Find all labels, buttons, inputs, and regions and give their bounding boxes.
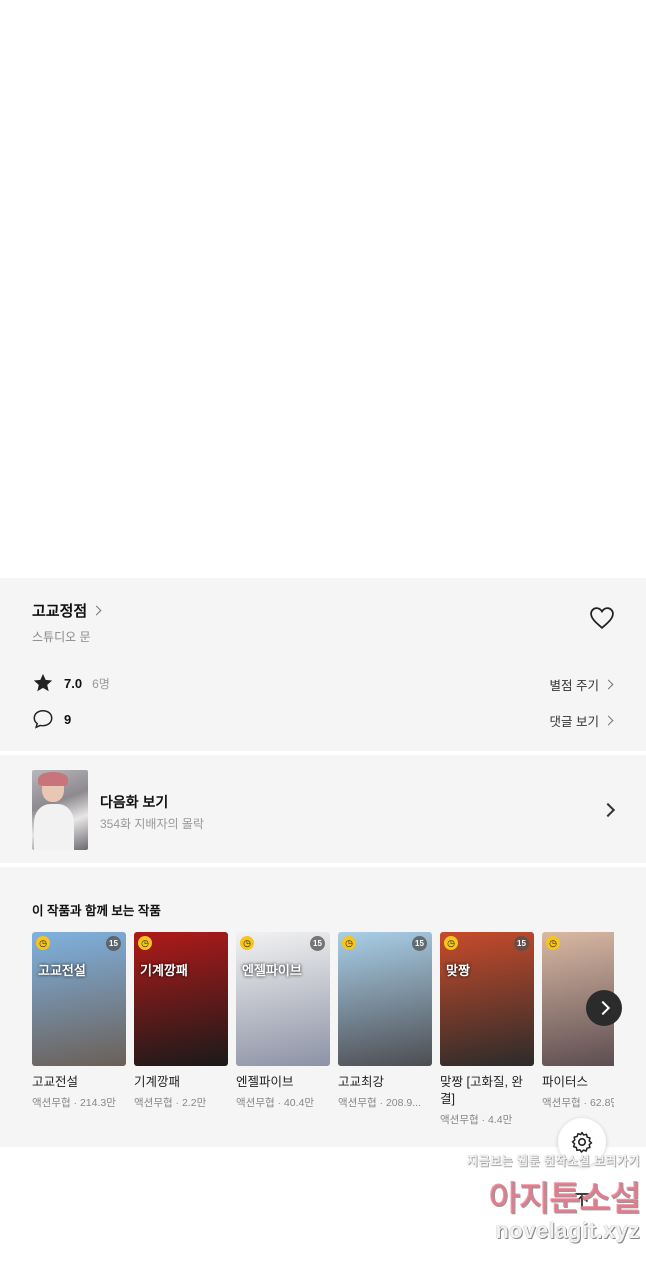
work-title-link[interactable]: 고교정점 [32, 600, 102, 621]
heart-icon[interactable] [588, 606, 616, 630]
rate-button[interactable]: 별점 주기 [549, 675, 614, 694]
viewer-blank-area [0, 0, 646, 578]
recommendations-heading: 이 작품과 함께 보는 작품 [32, 904, 161, 918]
recommendation-card[interactable]: ◷ 15 맞짱맞짱 [고화질, 완결] 액션무협 · 4.4만 [440, 932, 534, 1127]
cover-title-art: 기계깡패 [140, 963, 188, 978]
cover-title-art: 엔젤파이브 [242, 963, 302, 978]
recommendation-meta: 액션무협 · 214.3만 [32, 1097, 116, 1109]
recommendation-title: 맞짱 [고화질, 완결] [440, 1075, 523, 1106]
recommendation-title: 고교전설 [32, 1075, 79, 1089]
clock-icon: ◷ [342, 936, 356, 950]
rating-summary: 7.0 6명 [32, 672, 110, 694]
recommendation-meta: 액션무협 · 62.8만 [542, 1097, 614, 1109]
gear-icon [571, 1131, 593, 1153]
clock-icon: ◷ [138, 936, 152, 950]
age-rating-badge: 15 [310, 936, 325, 951]
rate-button-label: 별점 주기 [549, 679, 599, 693]
work-title: 고교정점 [32, 603, 88, 620]
clock-icon: ◷ [36, 936, 50, 950]
recommendation-meta: 액션무협 · 4.4만 [440, 1114, 513, 1126]
carousel-next-button[interactable] [586, 990, 622, 1026]
next-episode-label: 다음화 보기 [100, 794, 169, 810]
site-watermark: 지금보는 웹툰 원작소설 보러가기 아지툰소설 novelagit.xyz [440, 1152, 641, 1252]
recommendation-cover: ◷ 기계깡패 [134, 932, 228, 1066]
watermark-url: novelagit.xyz [495, 1218, 640, 1243]
recommendation-carousel[interactable]: ◷ 15 고교전설 고교전설 액션무협 · 214.3만 ◷ 기계깡패 기계깡패 액션무협 · … [32, 932, 614, 1147]
recommendation-title: 파이터스 [542, 1075, 589, 1089]
recommendation-title: 기계깡패 [134, 1075, 181, 1089]
author-name: 스튜디오 문 [32, 630, 91, 644]
next-episode-card[interactable]: 다음화 보기 354화 지배자의 몰락 [0, 755, 646, 863]
clock-icon: ◷ [240, 936, 254, 950]
comment-count: 9 [64, 711, 72, 727]
star-icon [33, 673, 53, 692]
recommendation-card[interactable]: ◷ 기계깡패 기계깡패 액션무협 · 2.2만 [134, 932, 228, 1110]
recommendation-cover: ◷ 15 [338, 932, 432, 1066]
chevron-right-icon [600, 802, 616, 818]
recommendation-meta: 액션무협 · 40.4만 [236, 1097, 315, 1109]
watermark-brand: 아지툰소설 [488, 1180, 641, 1218]
comment-summary: 9 [32, 708, 71, 730]
arrow-up-icon [575, 1193, 589, 1209]
watermark-tagline: 지금보는 웹툰 원작소설 보러가기 [466, 1154, 640, 1168]
rater-count: 6명 [92, 676, 110, 691]
clock-icon: ◷ [444, 936, 458, 950]
chevron-right-icon [603, 715, 614, 726]
recommendation-cover: ◷ 15 엔젤파이브 [236, 932, 330, 1066]
view-comments-label: 댓글 보기 [549, 715, 599, 729]
recommendation-meta: 액션무협 · 2.2만 [134, 1097, 207, 1109]
recommendation-title: 엔젤파이브 [236, 1075, 294, 1089]
recommendation-cover: ◷ 15 맞짱 [440, 932, 534, 1066]
recommendation-card[interactable]: ◷ 15 고교전설 고교전설 액션무협 · 214.3만 [32, 932, 126, 1110]
next-episode-thumbnail [32, 770, 88, 850]
chevron-right-icon [91, 605, 102, 616]
recommendation-meta: 액션무협 · 208.9... [338, 1097, 421, 1109]
recommendation-cover: ◷ 15 고교전설 [32, 932, 126, 1066]
scroll-top-button[interactable] [566, 1186, 598, 1218]
cover-title-art: 고교전설 [38, 963, 86, 978]
cover-title-art: 맞짱 [446, 963, 470, 978]
settings-button[interactable] [558, 1118, 606, 1166]
age-rating-badge: 15 [514, 936, 529, 951]
chevron-right-icon [603, 679, 614, 690]
rating-value: 7.0 [64, 675, 83, 691]
work-info-panel: 고교정점 스튜디오 문 7.0 6명 별점 주기 9 댓글 보기 [0, 578, 646, 751]
clock-icon: ◷ [546, 936, 560, 950]
next-episode-subtitle: 354화 지배자의 몰락 [100, 817, 204, 831]
age-rating-badge: 15 [412, 936, 427, 951]
view-comments-button[interactable]: 댓글 보기 [549, 711, 614, 730]
age-rating-badge: 15 [106, 936, 121, 951]
comment-icon [33, 710, 53, 729]
recommendation-title: 고교최강 [338, 1075, 385, 1089]
recommendation-card[interactable]: ◷ 15 엔젤파이브 엔젤파이브 액션무협 · 40.4만 [236, 932, 330, 1110]
recommendations-panel: 이 작품과 함께 보는 작품 ◷ 15 고교전설 고교전설 액션무협 · 214.3만 ◷… [0, 867, 646, 1147]
recommendation-card[interactable]: ◷ 15 고교최강액션무협 · 208.9... [338, 932, 432, 1110]
